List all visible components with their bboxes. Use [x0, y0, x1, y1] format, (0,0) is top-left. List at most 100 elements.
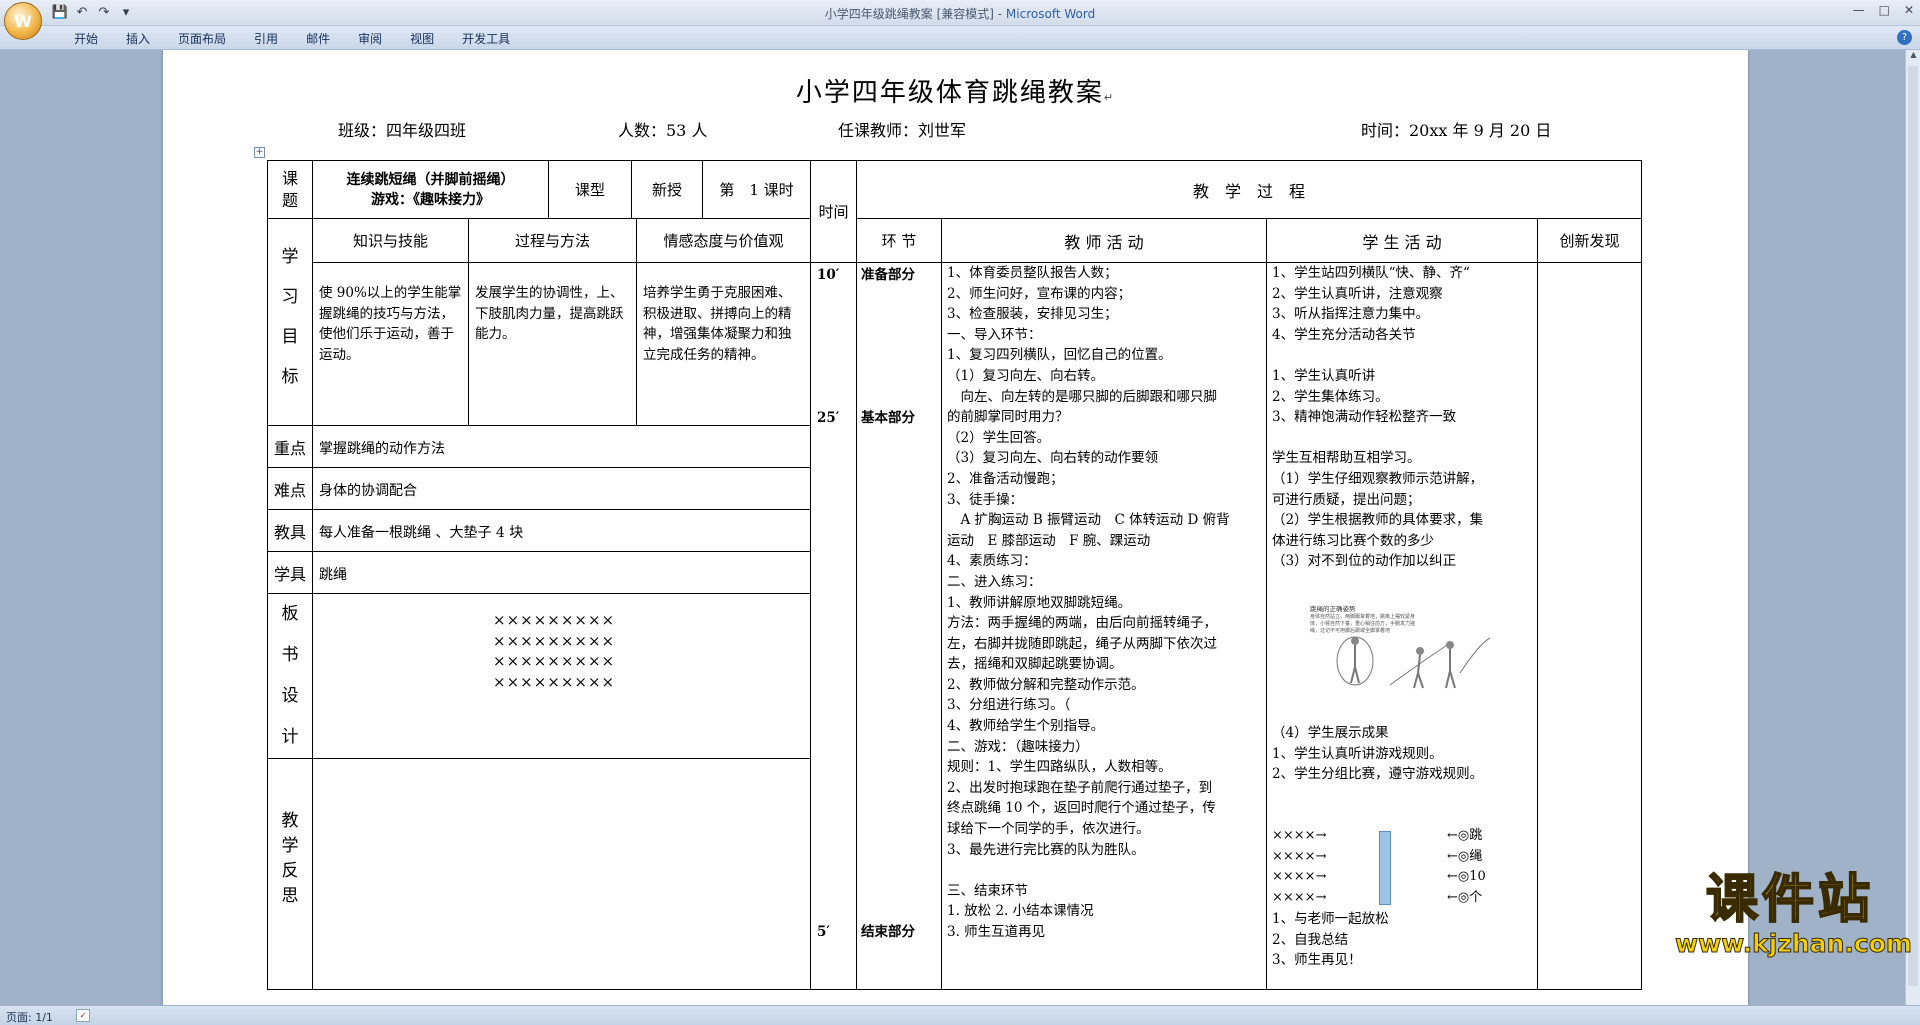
time-prep: 10′: [817, 267, 840, 283]
difficulty-label: 难点: [267, 467, 313, 510]
document-canvas: 小学四年级体育跳绳教案↵ 班级：四年级四班 人数：53 人 任课教师：刘世军 时…: [0, 50, 1905, 1005]
goal-attitude: 培养学生勇于克服困难、积极进取、拼搏向上的精神，增强集体凝聚力和独立完成任务的精…: [636, 262, 811, 426]
formation-target: ←◎绳: [1447, 848, 1483, 864]
page-indicator[interactable]: 页面: 1/1: [6, 1009, 53, 1025]
vertical-scrollbar[interactable]: ▲: [1905, 50, 1920, 1005]
illustration-caption: 跳绳的正确姿势: [1310, 605, 1356, 613]
board-marks: ××××××××× ××××××××× ××××××××× ×××××××××: [493, 611, 616, 691]
proofing-icon[interactable]: ✓: [76, 1009, 90, 1022]
tools-label: 教具: [267, 509, 313, 552]
student-activity-line: [1272, 345, 1537, 366]
innovation-header: 创新发现: [1537, 218, 1642, 263]
supplies-label: 学具: [267, 551, 313, 594]
ribbon-tabs: 开始 插入 页面布局 引用 邮件 审阅 视图 开发工具: [60, 30, 524, 47]
student-activity-line: 体进行练习比赛个数的多少: [1272, 532, 1434, 549]
mat-icon: [1379, 831, 1391, 905]
tools-value: 每人准备一根跳绳 、大垫子 4 块: [312, 509, 811, 552]
student-activity-line: 2、学生分组比赛，遵守游戏规则。: [1272, 766, 1484, 783]
window-controls: — □ ✕: [1853, 3, 1914, 17]
status-bar: 页面: 1/1 ✓: [0, 1005, 1920, 1025]
help-icon[interactable]: ?: [1897, 30, 1912, 45]
formation-right: ←◎跳 ←◎绳 ←◎10 ←◎个: [1447, 826, 1527, 908]
teacher-lines: 1、体育委员整队报告人数； 2、师生问好，宣布课的内容； 3、检查服装，安排见习生；…: [947, 263, 1265, 943]
teacher-activity-line: （1）复习向左、向右转。: [947, 367, 1105, 384]
tab-view[interactable]: 视图: [396, 30, 448, 47]
key-value: 掌握跳绳的动作方法: [312, 425, 811, 468]
teacher-activity-line: （2）学生回答。: [947, 429, 1051, 446]
board-design: ××××××××× ××××××××× ××××××××× ×××××××××: [312, 593, 811, 759]
student-activity-line: 2、学生集体练习。: [1272, 388, 1389, 405]
formation-target: ←◎个: [1447, 889, 1483, 905]
teacher-activity-line: [947, 860, 1265, 881]
tab-insert[interactable]: 插入: [112, 30, 164, 47]
formation-row: ××××→: [1272, 848, 1327, 864]
teacher-activity-column: 1、体育委员整队报告人数； 2、师生问好，宣布课的内容； 3、检查服装，安排见习生；…: [941, 262, 1267, 990]
teacher-activity-line: A 扩胸运动 B 振臂运动 C 体转运动 D 俯背: [947, 512, 1230, 529]
segment-header: 环 节: [856, 218, 942, 263]
innovation-column[interactable]: [1537, 262, 1642, 990]
reflection-cell[interactable]: [312, 758, 811, 990]
formation-row: ××××→: [1272, 869, 1327, 885]
tab-mailings[interactable]: 邮件: [292, 30, 344, 47]
teacher-activity-line: 3. 师生互道再见: [947, 924, 1046, 940]
tab-page-layout[interactable]: 页面布局: [164, 30, 240, 47]
segment-column: 准备部分 基本部分 结束部分: [856, 262, 942, 990]
type-value: 新授: [631, 160, 703, 219]
table-move-handle-icon[interactable]: +: [254, 147, 265, 158]
document-page[interactable]: 小学四年级体育跳绳教案↵ 班级：四年级四班 人数：53 人 任课教师：刘世军 时…: [163, 50, 1748, 1005]
teacher-activity-line: 左，右脚并拢随即跳起，绳子从两脚下依次过: [947, 635, 1217, 652]
formation-left: ××××→ ××××→ ××××→ ××××→: [1272, 826, 1372, 908]
page-title: 小学四年级体育跳绳教案↵: [795, 78, 1116, 108]
scroll-thumb[interactable]: [1908, 66, 1918, 986]
teacher-activity-line: 三、结束环节: [947, 882, 1028, 899]
info-teacher: 任课教师：刘世军: [838, 121, 967, 140]
student-activity-line: 学生互相帮助互相学习。: [1272, 450, 1421, 467]
teacher-activity-line: 规则：1、学生四路纵队，人数相等。: [947, 759, 1172, 776]
time-end: 5′: [817, 924, 830, 940]
method-header: 过程与方法: [468, 218, 637, 263]
student-activity-line: 1、学生认真听讲游戏规则。: [1272, 745, 1443, 762]
title-bar: 💾 ↶ ↷ ▾ 小学四年级跳绳教案 [兼容模式] - Microsoft Wor…: [0, 0, 1920, 26]
type-label: 课型: [548, 160, 632, 219]
reflection-label: 教 学 反 思: [267, 758, 313, 990]
process-label: 教 学 过 程: [856, 160, 1642, 219]
watermark-url: www.kjzhan.com: [1675, 929, 1913, 958]
teacher-activity-line: 1. 放松 2. 小结本课情况: [947, 903, 1094, 920]
teacher-activity-header: 教 师 活 动: [941, 218, 1267, 263]
student-activity-line: [1272, 428, 1537, 449]
watermark-brand: 课件站: [1705, 869, 1874, 931]
maximize-icon[interactable]: □: [1879, 3, 1890, 17]
close-icon[interactable]: ✕: [1904, 3, 1914, 17]
formation-target: ←◎10: [1447, 869, 1486, 885]
formation-row: ××××→: [1272, 828, 1327, 843]
time-label: 时间: [810, 160, 857, 263]
student-activity-line: 3、师生再见！: [1272, 952, 1362, 969]
teacher-activity-line: 4、教师给学生个别指导。: [947, 718, 1105, 735]
student-activity-line: 2、学生认真听讲，注意观察: [1272, 285, 1443, 302]
segment-main: 基本部分: [861, 410, 915, 426]
goal-knowledge: 使 90%以上的学生能掌握跳绳的技巧与方法，使他们乐于运动，善于运动。: [312, 262, 469, 426]
scroll-up-icon[interactable]: ▲: [1906, 50, 1920, 64]
student-activity-line: 3、精神饱满动作轻松整齐一致: [1272, 409, 1457, 426]
tab-references[interactable]: 引用: [240, 30, 292, 47]
tab-review[interactable]: 审阅: [344, 30, 396, 47]
student-activity-line: （3）对不到位的动作加以纠正: [1272, 553, 1457, 570]
info-date: 时间：20xx 年 9 月 20 日: [1361, 121, 1552, 140]
teacher-activity-line: 1、教师讲解原地双脚跳短绳。: [947, 594, 1132, 611]
office-button[interactable]: W: [4, 2, 42, 40]
teacher-activity-line: 1、体育委员整队报告人数；: [947, 265, 1118, 281]
topic-line2: 游戏：《趣味接力》: [371, 191, 490, 208]
minimize-icon[interactable]: —: [1853, 3, 1865, 17]
attitude-header: 情感态度与价值观: [636, 218, 811, 263]
goal-method: 发展学生的协调性，上、下肢肌肉力量，提高跳跃能力。: [468, 262, 637, 426]
segment-end: 结束部分: [861, 924, 915, 940]
topic-label: 课 题: [267, 160, 313, 219]
tab-home[interactable]: 开始: [60, 30, 112, 47]
teacher-activity-line: 3、分组进行练习。（: [947, 697, 1071, 714]
teacher-activity-line: 二、进入练习：: [947, 573, 1042, 590]
teacher-activity-line: 方法：两手握绳的两端，由后向前摇转绳子，: [947, 615, 1217, 632]
topic-line1: 连续跳短绳（并脚前摇绳）: [346, 171, 515, 188]
teacher-activity-line: 3、最先进行完比赛的队为胜队。: [947, 841, 1145, 858]
teacher-activity-line: 1、复习四列横队，回忆自己的位置。: [947, 347, 1172, 364]
tab-developer[interactable]: 开发工具: [448, 30, 524, 47]
